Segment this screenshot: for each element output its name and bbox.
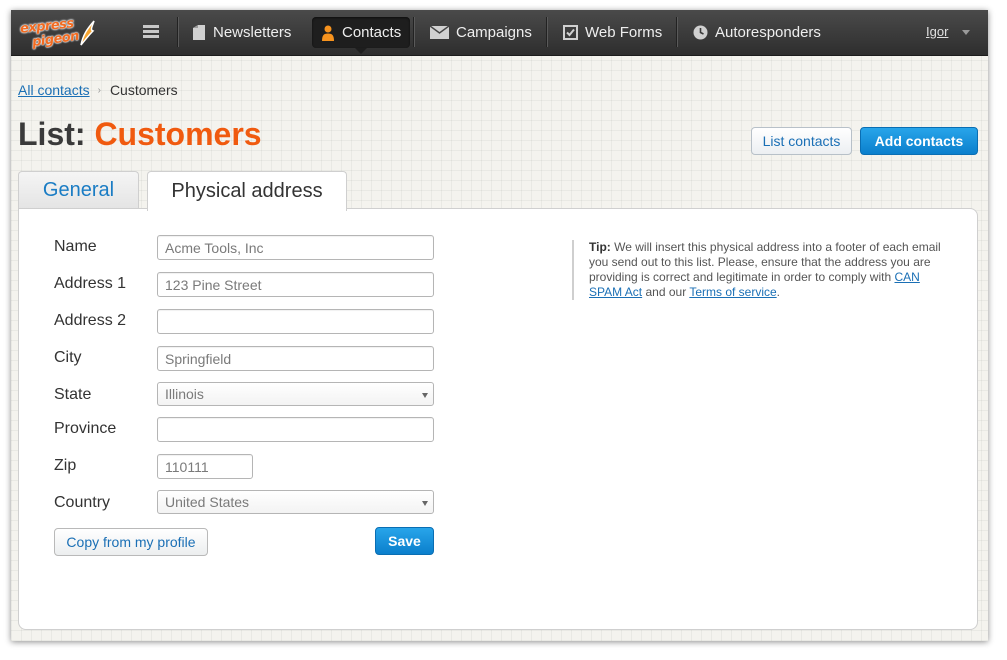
tab-general[interactable]: General <box>18 171 139 209</box>
name-input[interactable]: Acme Tools, Inc <box>157 235 434 260</box>
nav-newsletters[interactable]: Newsletters <box>183 17 300 48</box>
checkbox-icon <box>563 25 578 40</box>
title-prefix: List: <box>18 116 86 152</box>
nav-contacts-label: Contacts <box>342 24 402 41</box>
app-window: express pigeon Newsletters Contacts Camp… <box>11 10 988 641</box>
page-title: List: Customers <box>18 116 262 153</box>
menu-toggle-icon[interactable] <box>135 23 167 43</box>
tab-physical-address[interactable]: Physical address <box>147 171 347 211</box>
contacts-icon <box>321 25 335 41</box>
city-input[interactable]: Springfield <box>157 346 434 371</box>
nav-newsletters-label: Newsletters <box>213 24 292 41</box>
city-label: City <box>54 349 82 366</box>
state-label: State <box>54 386 92 403</box>
country-select[interactable]: United States <box>157 490 434 514</box>
province-input[interactable] <box>157 417 434 442</box>
tip-text: We will insert this physical address int… <box>589 240 941 284</box>
physical-address-panel: Name Acme Tools, Inc Address 1 123 Pine … <box>18 208 978 630</box>
terms-of-service-link[interactable]: Terms of service <box>689 285 776 299</box>
zip-label: Zip <box>54 457 77 474</box>
nav-autoresponders-label: Autoresponders <box>715 24 821 41</box>
user-dropdown-caret-icon[interactable] <box>962 30 970 35</box>
nav-campaigns-label: Campaigns <box>456 24 532 41</box>
nav-divider <box>676 17 677 47</box>
tip-prefix: Tip: <box>589 240 611 254</box>
chevron-down-icon <box>422 393 428 398</box>
address2-input[interactable] <box>157 309 434 334</box>
nav-contacts[interactable]: Contacts <box>312 17 411 54</box>
address2-label: Address 2 <box>54 312 127 329</box>
country-select-value: United States <box>165 494 250 510</box>
province-label: Province <box>54 420 117 437</box>
zip-input[interactable]: 110111 <box>157 454 253 479</box>
chevron-down-icon <box>422 501 428 506</box>
add-contacts-button[interactable]: Add contacts <box>860 127 978 155</box>
envelope-icon <box>430 26 449 39</box>
list-contacts-button[interactable]: List contacts <box>751 127 852 155</box>
nav-autoresponders[interactable]: Autoresponders <box>684 17 830 48</box>
copy-from-profile-button[interactable]: Copy from my profile <box>54 528 208 556</box>
breadcrumb-current: Customers <box>109 82 178 98</box>
save-button[interactable]: Save <box>375 527 434 555</box>
tip-end: . <box>776 285 781 299</box>
breadcrumb-separator-icon: › <box>97 84 101 96</box>
tip-and-text: and our <box>645 285 687 299</box>
newsletter-icon <box>192 25 206 40</box>
state-select[interactable]: Illinois <box>157 382 434 406</box>
clock-icon <box>693 25 708 40</box>
express-pigeon-logo[interactable]: express pigeon <box>17 14 97 52</box>
breadcrumb: All contacts › Customers <box>18 82 178 98</box>
address1-input[interactable]: 123 Pine Street <box>157 272 434 297</box>
pigeon-wing-icon <box>80 20 95 46</box>
top-navigation-bar: express pigeon Newsletters Contacts Camp… <box>11 10 988 56</box>
nav-web-forms[interactable]: Web Forms <box>554 17 671 48</box>
state-select-value: Illinois <box>165 386 204 402</box>
nav-campaigns[interactable]: Campaigns <box>421 17 541 48</box>
tip-box: Tip: We will insert this physical addres… <box>572 240 947 300</box>
title-list-name: Customers <box>94 116 262 152</box>
nav-divider <box>413 17 414 47</box>
nav-web-forms-label: Web Forms <box>585 24 663 41</box>
breadcrumb-all-contacts-link[interactable]: All contacts <box>18 82 90 98</box>
country-label: Country <box>54 494 111 511</box>
nav-divider <box>177 17 178 47</box>
name-label: Name <box>54 238 97 255</box>
address1-label: Address 1 <box>54 275 127 292</box>
nav-divider <box>546 17 547 47</box>
user-menu[interactable]: Igor <box>926 24 948 39</box>
